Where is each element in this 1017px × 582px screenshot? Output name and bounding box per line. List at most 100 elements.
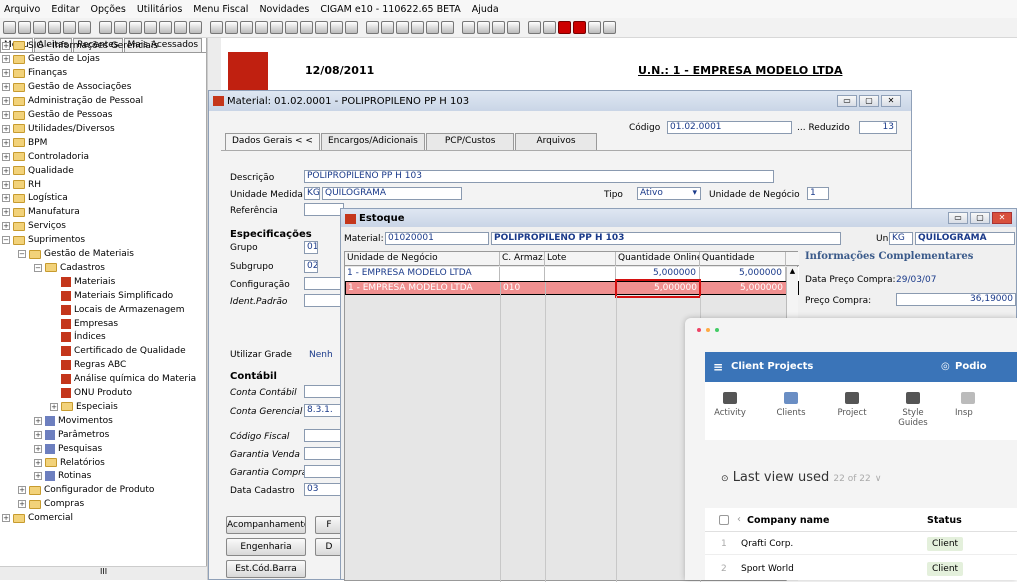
tree-item[interactable]: − Suprimentos (2, 235, 85, 246)
tree-item[interactable]: + Controladoria (2, 151, 89, 162)
tree-item[interactable]: + RH (2, 179, 41, 190)
tab-encargos[interactable]: Encargos/Adicionais (320, 133, 425, 150)
partial-button-f[interactable]: F (315, 516, 343, 534)
expand-toggle-icon[interactable]: + (34, 444, 42, 453)
expand-toggle-icon[interactable]: + (2, 208, 10, 217)
menu-item[interactable]: CIGAM e10 - 110622.65 BETA (320, 4, 460, 15)
tree-item[interactable]: + Pesquisas (34, 443, 102, 454)
tree-item[interactable]: Certificado de Qualidade (50, 346, 186, 357)
tree-item[interactable]: + Configurador de Produto (18, 485, 154, 496)
toolbar-button[interactable] (411, 21, 424, 34)
tree-item[interactable]: + Qualidade (2, 165, 74, 176)
expand-toggle-icon[interactable]: + (2, 124, 10, 133)
col-quantidade-online[interactable]: Quantidade Online (616, 252, 700, 266)
tree-item[interactable]: ONU Produto (50, 388, 132, 399)
tree-item[interactable]: Análise química do Materia (50, 374, 196, 385)
partial-button-d[interactable]: D (315, 538, 343, 556)
menu-item[interactable]: Arquivo (4, 4, 40, 15)
toolbar-button[interactable] (522, 21, 526, 34)
toolbar-button[interactable] (48, 21, 61, 34)
col-lote[interactable]: Lote (545, 252, 616, 266)
toolbar-button[interactable] (441, 21, 454, 34)
tree-item[interactable]: − Gestão de Materiais (18, 249, 134, 260)
tree-item[interactable]: + Utilidades/Diversos (2, 123, 115, 134)
toolbar-button[interactable] (33, 21, 46, 34)
nav-project[interactable]: Project (827, 392, 877, 418)
select-all-checkbox[interactable] (719, 515, 729, 525)
tree-item[interactable]: + Relatórios (34, 457, 105, 468)
table-row[interactable]: 1 Qrafti Corp. Client (705, 533, 1017, 555)
minimize-button[interactable]: ▭ (948, 212, 968, 224)
toolbar-button[interactable] (360, 21, 364, 34)
tab-arquivos[interactable]: Arquivos (515, 133, 597, 150)
tree-item[interactable]: Regras ABC (50, 360, 126, 371)
toolbar-button[interactable] (462, 21, 475, 34)
expand-toggle-icon[interactable]: − (2, 236, 10, 245)
toolbar-button[interactable] (204, 21, 208, 34)
expand-toggle-icon[interactable]: + (18, 486, 26, 495)
garantia-venda-field[interactable] (304, 447, 344, 460)
toolbar-button[interactable] (573, 21, 586, 34)
close-button[interactable]: ✕ (881, 95, 901, 107)
reduzido-field[interactable]: 13 (859, 121, 897, 134)
tree-item[interactable]: + Manufatura (2, 207, 80, 218)
toolbar-button[interactable] (270, 21, 283, 34)
table-row[interactable]: 2 Sport World Client (705, 556, 1017, 578)
unidade-code-field[interactable]: KG (304, 187, 320, 200)
expand-toggle-icon[interactable]: + (34, 416, 42, 425)
toolbar-button[interactable] (315, 21, 328, 34)
col-status[interactable]: Status (927, 515, 962, 526)
toolbar-button[interactable] (114, 21, 127, 34)
toolbar-button[interactable] (3, 21, 16, 34)
menu-item[interactable]: Opções (91, 4, 126, 15)
tree-item[interactable]: Índices (50, 332, 106, 343)
minimize-button[interactable]: ▭ (837, 95, 857, 107)
menu-item[interactable]: Menu Fiscal (193, 4, 248, 15)
toolbar-button[interactable] (18, 21, 31, 34)
grupo-field[interactable]: 01 (304, 241, 318, 254)
utilizar-grade-value[interactable]: Nenh (309, 350, 333, 360)
expand-toggle-icon[interactable]: + (2, 514, 10, 523)
nav-clients[interactable]: Clients (766, 392, 816, 418)
toolbar-button[interactable] (93, 21, 97, 34)
tree-item[interactable]: + Comercial (2, 513, 73, 524)
expand-toggle-icon[interactable]: + (2, 180, 10, 189)
est-cod-barra-button[interactable]: Est.Cód.Barra (226, 560, 306, 578)
expand-toggle-icon[interactable]: + (34, 430, 42, 439)
toolbar-button[interactable] (240, 21, 253, 34)
expand-toggle-icon[interactable]: + (2, 194, 10, 203)
tree-item[interactable]: + Serviços (2, 221, 66, 232)
tree-item[interactable]: Locais de Armazenagem (50, 304, 184, 315)
subgrupo-field[interactable]: 02 (304, 260, 318, 273)
toolbar-button[interactable] (144, 21, 157, 34)
codigo-field[interactable]: 01.02.0001 (667, 121, 792, 134)
toolbar-button[interactable] (285, 21, 298, 34)
tree-item[interactable]: + Especiais (50, 401, 118, 412)
toolbar-button[interactable] (99, 21, 112, 34)
expand-toggle-icon[interactable]: + (2, 111, 10, 119)
toolbar-button[interactable] (330, 21, 343, 34)
tree-item[interactable]: + Compras (18, 499, 84, 510)
tree-item[interactable]: + Movimentos (34, 415, 113, 426)
expand-toggle-icon[interactable]: + (34, 458, 42, 467)
estoque-titlebar[interactable]: Estoque ▭ ▢ ✕ (341, 209, 1016, 227)
toolbar-button[interactable] (300, 21, 313, 34)
toolbar-button[interactable] (456, 21, 460, 34)
expand-toggle-icon[interactable]: + (2, 69, 10, 78)
unidade-negocio-field[interactable]: 1 (807, 187, 829, 200)
toolbar-button[interactable] (174, 21, 187, 34)
expand-toggle-icon[interactable]: + (2, 152, 10, 161)
toolbar-button[interactable] (159, 21, 172, 34)
podio-brand[interactable]: Podio (955, 361, 987, 372)
conta-gerencial-field[interactable]: 8.3.1. (304, 404, 344, 417)
maximize-button[interactable]: ▢ (859, 95, 879, 107)
garantia-compra-field[interactable] (304, 465, 344, 478)
expand-toggle-icon[interactable]: + (2, 41, 10, 50)
descricao-field[interactable]: POLIPROPILENO PP H 103 (304, 170, 774, 183)
toolbar-button[interactable] (63, 21, 76, 34)
expand-toggle-icon[interactable]: − (34, 263, 42, 272)
col-quantidade[interactable]: Quantidade (700, 252, 786, 266)
toolbar-button[interactable] (78, 21, 91, 34)
nav-activity[interactable]: Activity (705, 392, 755, 418)
tab-dados-gerais[interactable]: Dados Gerais < < (225, 133, 320, 150)
